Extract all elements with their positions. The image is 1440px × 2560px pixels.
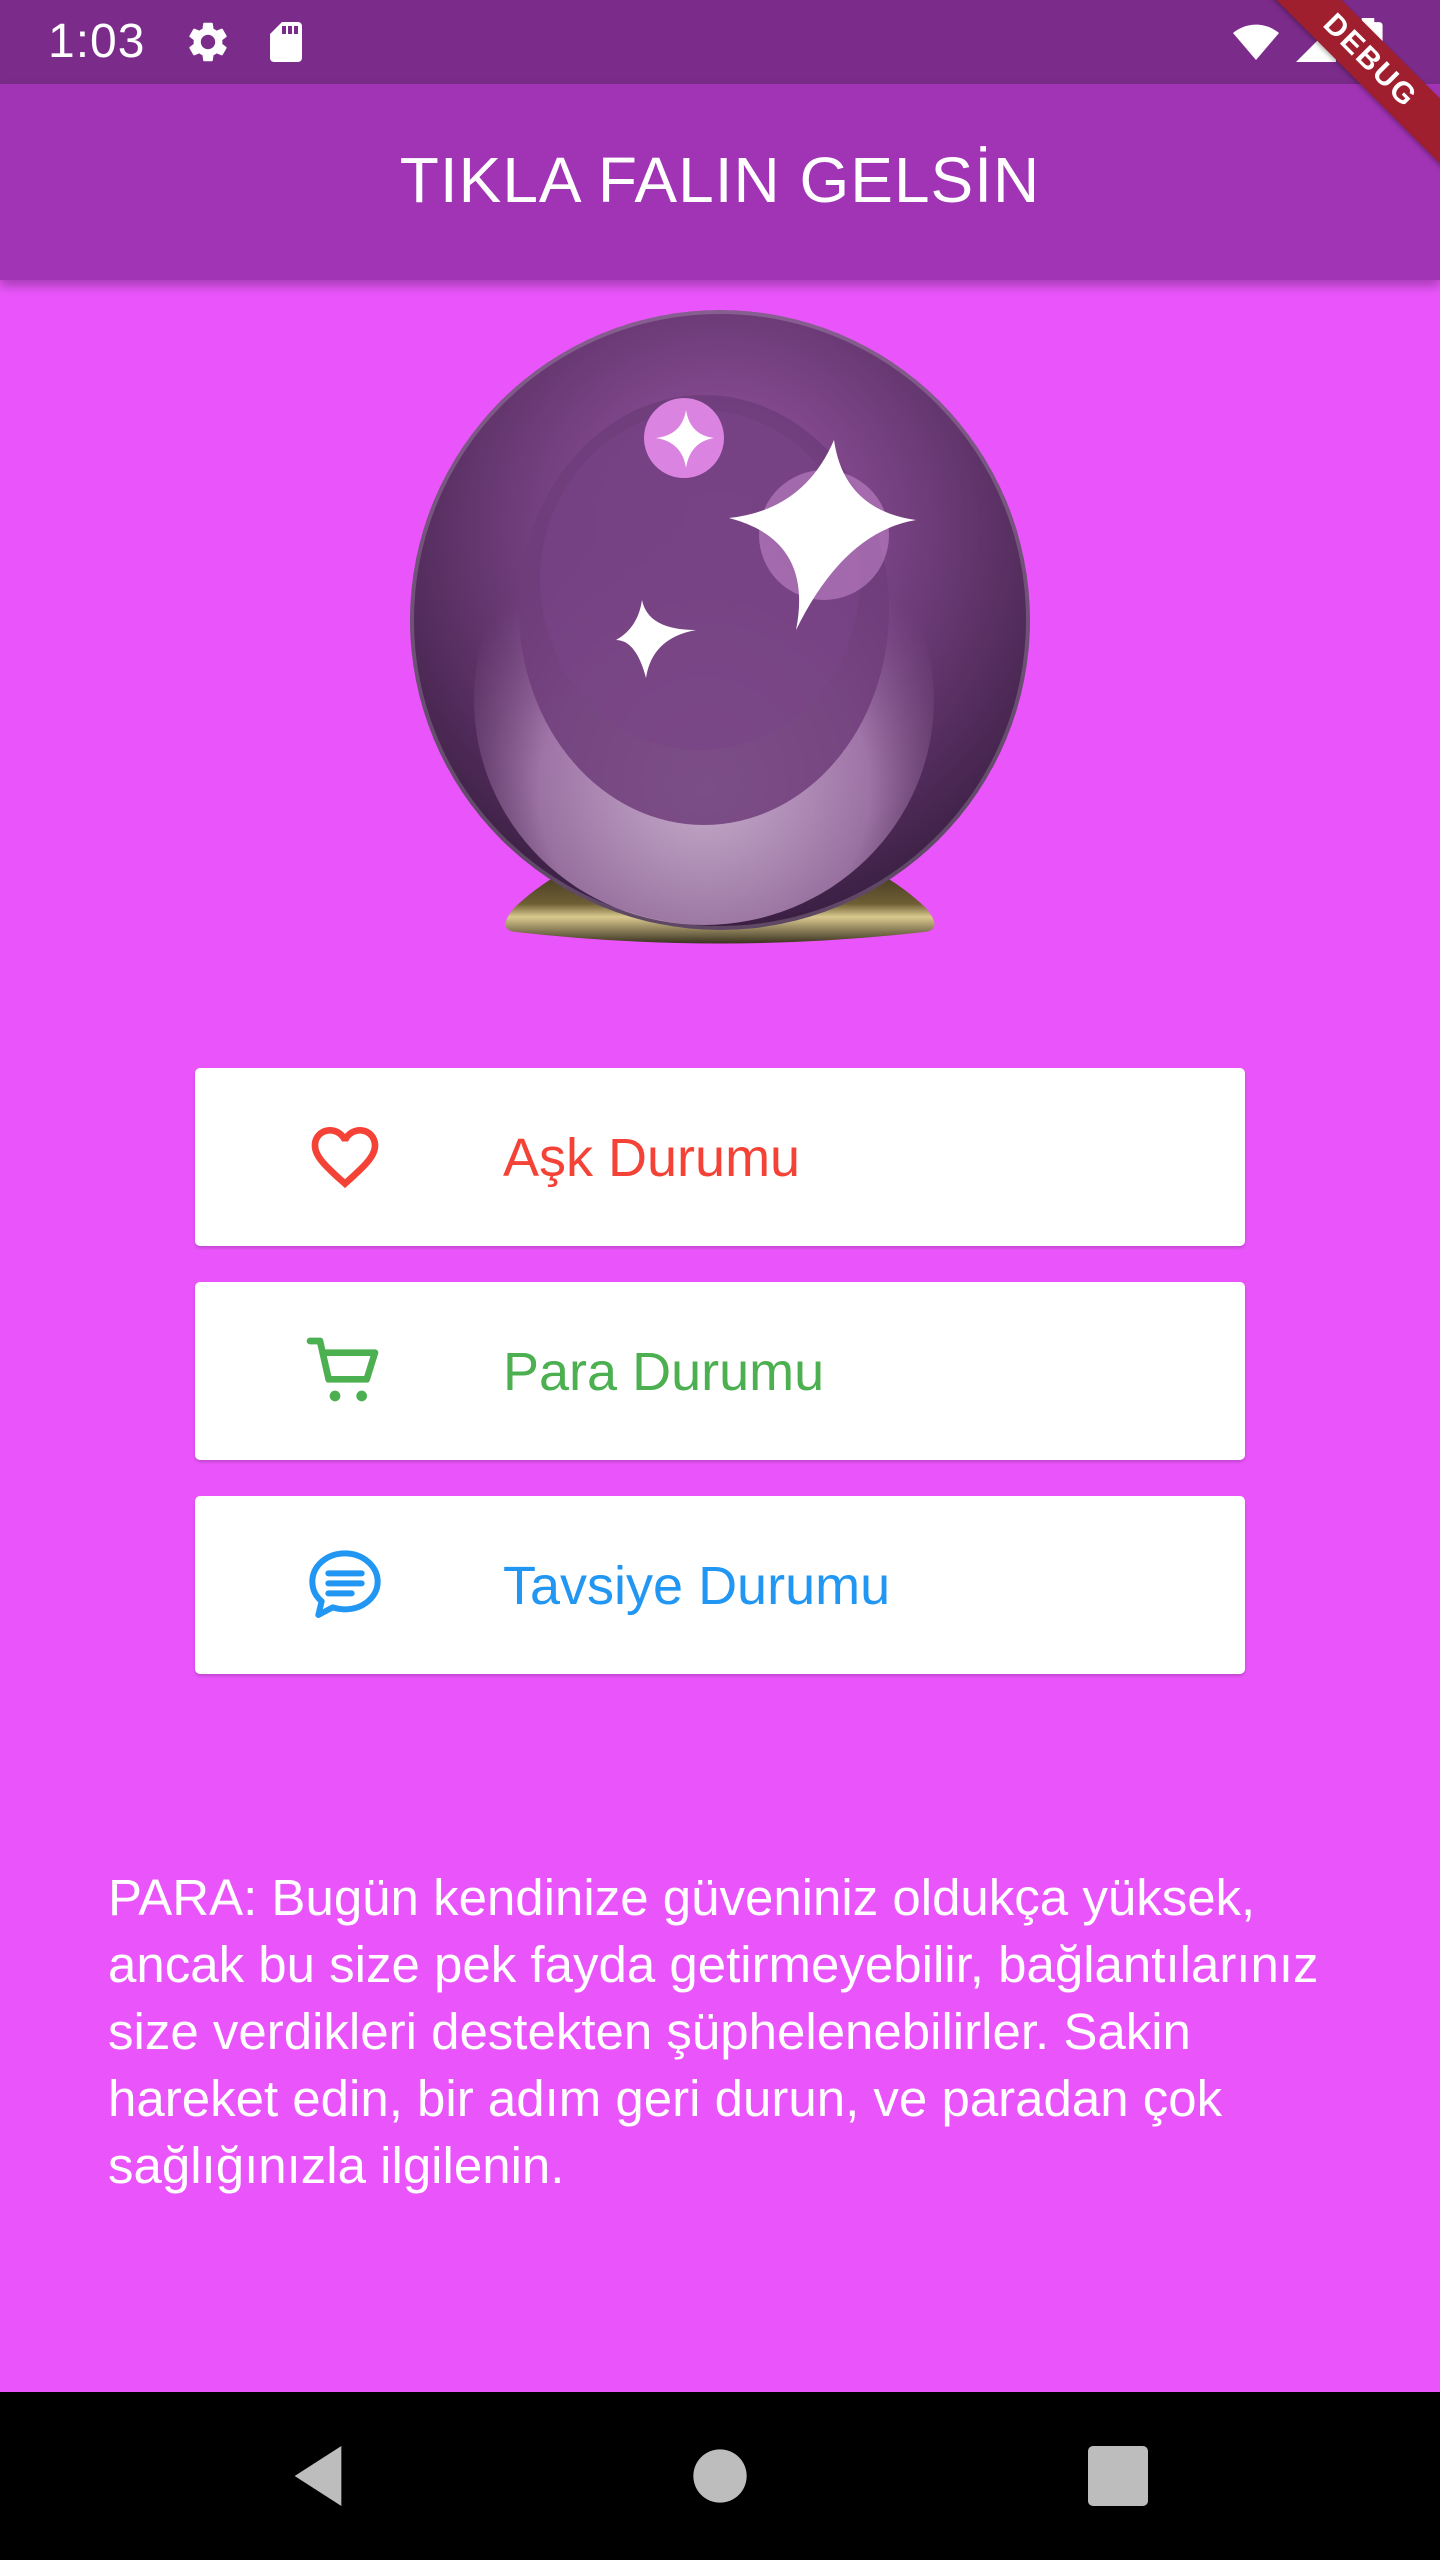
money-status-button[interactable]: Para Durumu — [195, 1282, 1245, 1460]
sd-card-icon — [270, 22, 302, 62]
status-time: 1:03 — [48, 15, 146, 68]
app-title: TIKLA FALIN GELSİN — [399, 144, 1041, 216]
gear-icon — [189, 22, 227, 62]
cart-icon — [306, 1337, 379, 1402]
crystal-ball-icon — [410, 310, 1030, 944]
advice-status-label: Tavsiye Durumu — [503, 1556, 891, 1616]
money-status-label: Para Durumu — [503, 1342, 825, 1402]
home-icon[interactable] — [680, 2436, 760, 2516]
advice-status-button[interactable]: Tavsiye Durumu — [195, 1496, 1245, 1674]
navigation-bar — [0, 2392, 1440, 2560]
love-status-button[interactable]: Aşk Durumu — [195, 1068, 1245, 1246]
recents-icon[interactable] — [1078, 2436, 1158, 2516]
app-bar: TIKLA FALIN GELSİN — [0, 84, 1440, 280]
status-bar: 1:03 — [0, 0, 1440, 84]
love-status-label: Aşk Durumu — [503, 1128, 801, 1188]
wifi-icon — [1233, 24, 1279, 61]
heart-icon — [311, 1127, 379, 1189]
fortune-result-text: PARA: Bugün kendinize güveniniz oldukça … — [108, 1869, 1319, 2194]
chat-icon — [309, 1550, 381, 1618]
back-icon[interactable] — [278, 2436, 358, 2516]
